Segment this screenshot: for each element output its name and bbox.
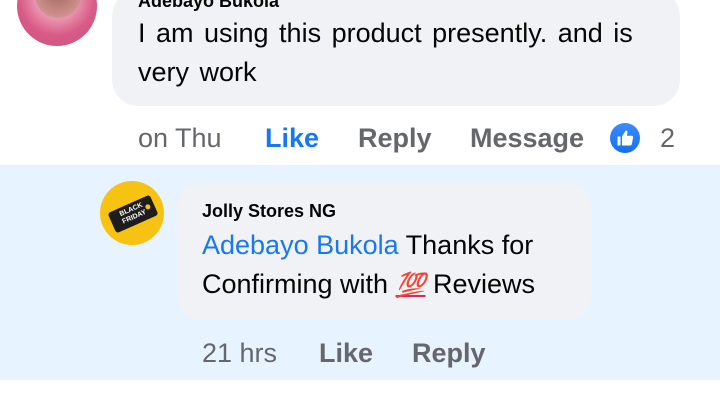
thumbs-up-icon[interactable] (610, 123, 640, 153)
comment-text: I am using this product presently. and i… (138, 18, 633, 87)
reply-author[interactable]: Jolly Stores NG (202, 201, 336, 222)
reaction-count[interactable]: 2 (660, 120, 675, 156)
like-button[interactable]: Like (265, 120, 319, 156)
avatar-photo (35, 0, 81, 18)
reply-text-part2: Reviews (425, 269, 535, 299)
hundred-points-icon: 💯 (395, 272, 426, 299)
avatar-logo-text: BLACK FRIDAY (118, 201, 148, 226)
black-friday-tag-icon: BLACK FRIDAY (107, 194, 159, 234)
mention-link[interactable]: Adebayo Bukola (202, 230, 399, 260)
reply-like-button[interactable]: Like (319, 335, 373, 371)
comment-timestamp[interactable]: on Thu (138, 120, 222, 156)
comment-author[interactable]: Adebayo Bukola (138, 0, 279, 12)
reply-timestamp[interactable]: 21 hrs (202, 335, 277, 371)
reply-text: Adebayo Bukola Thanks for Confirming wit… (202, 226, 582, 305)
reply-reply-button[interactable]: Reply (412, 335, 486, 371)
avatar[interactable]: BLACK FRIDAY (100, 181, 164, 245)
reply-button[interactable]: Reply (358, 120, 432, 156)
message-button[interactable]: Message (470, 120, 584, 156)
